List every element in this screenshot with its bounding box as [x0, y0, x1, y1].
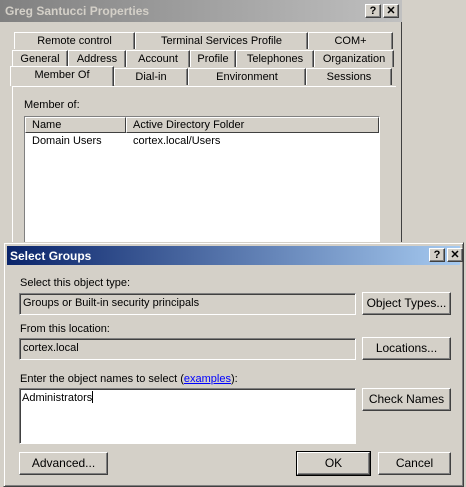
tab-organization[interactable]: Organization [314, 50, 394, 67]
advanced-button[interactable]: Advanced... [19, 452, 108, 475]
tab-profile[interactable]: Profile [190, 50, 236, 67]
object-names-value: Administrators [22, 392, 93, 404]
properties-titlebar[interactable]: Greg Santucci Properties ? ✕ [0, 0, 402, 22]
object-names-label-prefix: Enter the object names to select ( [20, 373, 184, 385]
select-groups-dialog: Select Groups ? ✕ Select this object typ… [3, 242, 464, 487]
row-name: Domain Users [32, 135, 102, 147]
location-field: cortex.local [19, 338, 356, 360]
tab-general[interactable]: General [12, 50, 68, 67]
select-groups-close-button[interactable]: ✕ [447, 248, 463, 262]
object-names-label-suffix: ): [230, 373, 238, 385]
tab-terminal-services-profile[interactable]: Terminal Services Profile [135, 32, 308, 49]
tab-account[interactable]: Account [126, 50, 190, 67]
member-of-list[interactable]: Name Active Directory Folder Domain User… [24, 116, 380, 246]
tab-address[interactable]: Address [68, 50, 126, 67]
text-caret [92, 391, 94, 403]
object-type-label: Select this object type: [20, 277, 131, 289]
properties-title: Greg Santucci Properties [5, 4, 150, 18]
check-names-button[interactable]: Check Names [362, 388, 451, 411]
column-header-name[interactable]: Name [25, 117, 126, 133]
select-groups-help-button[interactable]: ? [429, 248, 445, 262]
cancel-button[interactable]: Cancel [378, 452, 451, 475]
examples-link[interactable]: examples [184, 373, 231, 385]
tab-remote-control[interactable]: Remote control [14, 32, 135, 49]
tab-member-of[interactable]: Member Of [10, 66, 114, 86]
select-groups-title: Select Groups [10, 249, 92, 263]
row-folder: cortex.local/Users [133, 135, 221, 147]
location-label: From this location: [20, 323, 110, 335]
ok-button[interactable]: OK [296, 451, 371, 476]
table-row[interactable]: Domain Users cortex.local/Users [25, 134, 379, 150]
locations-button[interactable]: Locations... [362, 337, 451, 360]
object-names-input[interactable]: Administrators [19, 388, 356, 444]
tab-dial-in[interactable]: Dial-in [114, 68, 188, 85]
object-names-label: Enter the object names to select (exampl… [20, 373, 238, 385]
object-type-field: Groups or Built-in security principals [19, 293, 356, 315]
select-groups-titlebar[interactable]: Select Groups ? ✕ [7, 246, 463, 265]
properties-close-button[interactable]: ✕ [383, 4, 399, 18]
tab-sessions[interactable]: Sessions [306, 68, 392, 85]
tab-com-plus[interactable]: COM+ [308, 32, 393, 49]
member-of-label: Member of: [24, 99, 80, 111]
column-header-folder[interactable]: Active Directory Folder [126, 117, 379, 133]
object-types-button[interactable]: Object Types... [362, 292, 451, 315]
tab-environment[interactable]: Environment [188, 68, 306, 85]
tab-telephones[interactable]: Telephones [236, 50, 314, 67]
properties-help-button[interactable]: ? [365, 4, 381, 18]
